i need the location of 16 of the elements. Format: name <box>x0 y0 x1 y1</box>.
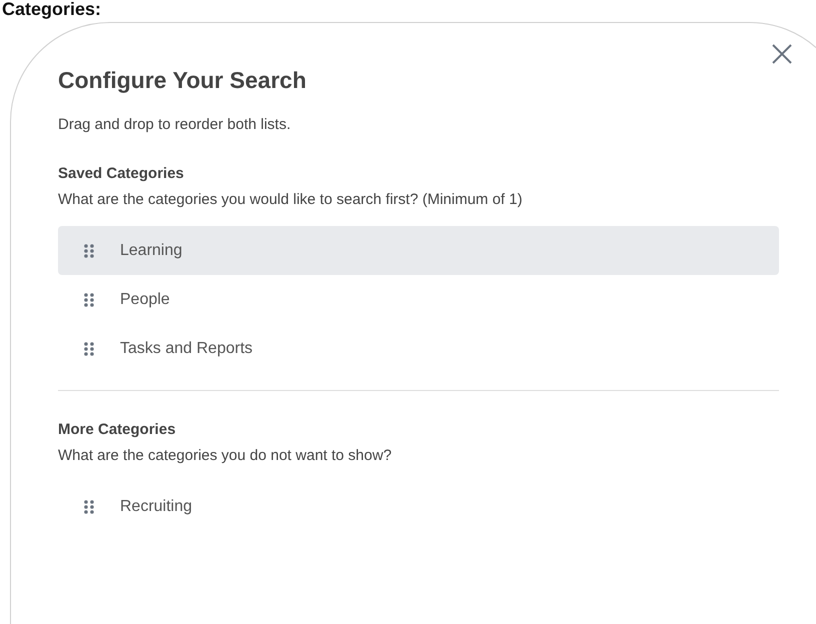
drag-handle-icon[interactable] <box>84 244 94 258</box>
category-item[interactable]: People <box>58 275 779 324</box>
page-heading: Categories: <box>2 0 102 18</box>
category-item[interactable]: Learning <box>58 226 779 275</box>
drag-handle-icon[interactable] <box>84 292 94 306</box>
drag-handle-icon[interactable] <box>84 342 94 356</box>
instruction-text: Drag and drop to reorder both lists. <box>58 116 292 133</box>
category-item[interactable]: Tasks and Reports <box>58 324 779 373</box>
category-item[interactable]: Recruiting <box>58 482 779 531</box>
close-icon[interactable] <box>771 43 793 65</box>
section-title: Saved Categories <box>58 165 184 182</box>
section-description: What are the categories you would like to search first? (Minimum of 1) <box>58 191 524 208</box>
dialog-title: Configure Your Search <box>58 67 306 94</box>
section-description: What are the categories you do not want to show? <box>58 447 393 464</box>
section-title: More Categories <box>58 421 176 438</box>
drag-handle-icon[interactable] <box>84 500 94 514</box>
